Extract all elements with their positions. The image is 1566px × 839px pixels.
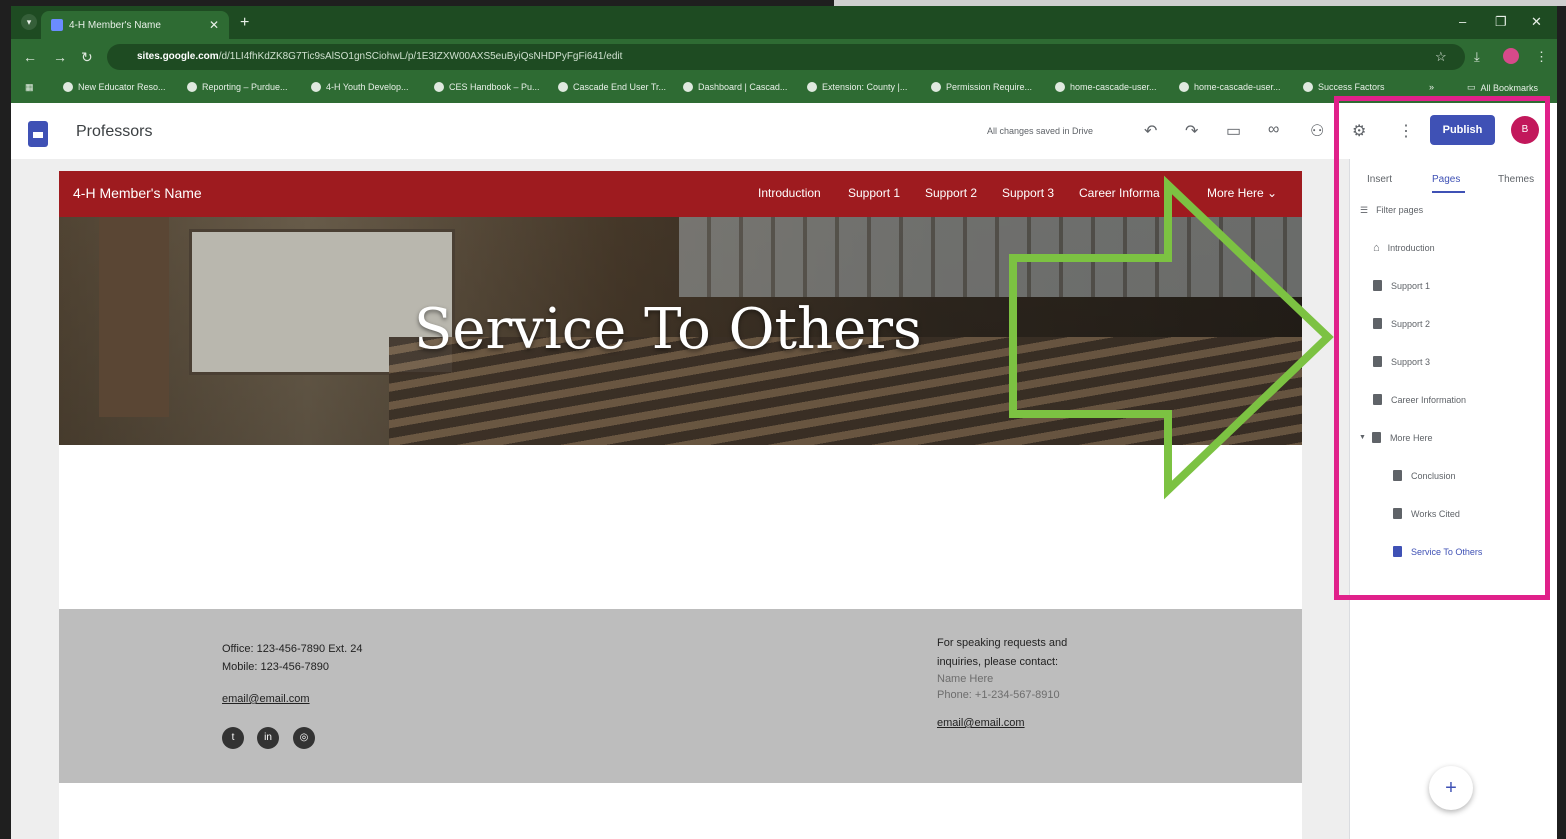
nav-career-information[interactable]: Career Informa	[1079, 186, 1160, 200]
editor-canvas: 4-H Member's Name Introduction Support 1…	[11, 159, 1349, 839]
bookmark-icon	[558, 82, 568, 92]
highlight-box	[1334, 96, 1550, 600]
undo-icon[interactable]: ↶	[1144, 121, 1157, 141]
bookmark-item[interactable]: Extension: County |...	[807, 82, 907, 92]
sites-logo-icon	[28, 121, 48, 147]
redo-icon[interactable]: ↷	[1185, 121, 1198, 141]
preview-devices-icon[interactable]: ▭	[1226, 121, 1241, 141]
site-header: 4-H Member's Name Introduction Support 1…	[59, 171, 1302, 217]
bookmark-icon	[434, 82, 444, 92]
url-host: sites.google.com	[137, 51, 219, 62]
bookmark-item[interactable]: Success Factors	[1303, 82, 1385, 92]
nav-support-2[interactable]: Support 2	[925, 186, 977, 200]
sites-favicon-icon	[51, 19, 63, 31]
bookmark-icon	[311, 82, 321, 92]
minimize-button[interactable]: –	[1459, 14, 1466, 29]
apps-icon[interactable]: ▦	[25, 82, 34, 93]
nav-support-1[interactable]: Support 1	[848, 186, 900, 200]
address-bar[interactable]: sites.google.com/d/1LI4fhKdZK8G7Tic9sAlS…	[107, 44, 1465, 70]
browser-menu-icon[interactable]: ⋮	[1535, 49, 1548, 65]
tab-close-icon[interactable]: ✕	[209, 18, 219, 32]
footer-contact-email-link[interactable]: email@email.com	[937, 717, 1025, 729]
bookmark-icon	[63, 82, 73, 92]
bookmark-star-icon[interactable]: ☆	[1435, 49, 1447, 65]
bookmark-item[interactable]: home-cascade-user...	[1055, 82, 1157, 92]
add-page-button[interactable]: +	[1429, 766, 1473, 810]
bookmark-icon	[683, 82, 693, 92]
footer-contact-name: Name Here	[937, 673, 994, 685]
folder-icon: ▭	[1467, 82, 1476, 92]
browser-window: ▾ 4-H Member's Name ✕ + – ❐ ✕ ← → ↻ site…	[11, 6, 1557, 839]
hero-title[interactable]: Service To Others	[414, 297, 922, 362]
bookmark-item[interactable]: CES Handbook – Pu...	[434, 82, 540, 92]
site-name[interactable]: Professors	[76, 123, 152, 141]
footer-contact-line1: For speaking requests and	[937, 637, 1068, 649]
linkedin-icon[interactable]: in	[257, 727, 279, 749]
reload-icon[interactable]: ↻	[81, 49, 93, 66]
web-icon[interactable]: ◎	[293, 727, 315, 749]
profile-icon[interactable]	[1503, 48, 1519, 64]
footer-contact-line2: inquiries, please contact:	[937, 656, 1059, 668]
bookmark-item[interactable]: home-cascade-user...	[1179, 82, 1281, 92]
new-tab-button[interactable]: +	[240, 14, 249, 32]
bookmark-icon	[1055, 82, 1065, 92]
footer-office: Office: 123-456-7890 Ext. 24	[222, 643, 363, 655]
bookmark-icon	[807, 82, 817, 92]
back-icon[interactable]: ←	[23, 49, 37, 65]
bookmark-icon	[1303, 82, 1313, 92]
bookmark-item[interactable]: Cascade End User Tr...	[558, 82, 666, 92]
url-path: /d/1LI4fhKdZK8G7Tic9sAlSO1gnSCiohwL/p/1E…	[218, 51, 623, 62]
site-footer[interactable]: Office: 123-456-7890 Ext. 24 Mobile: 123…	[59, 609, 1302, 783]
close-window-button[interactable]: ✕	[1531, 14, 1542, 30]
site-page[interactable]: 4-H Member's Name Introduction Support 1…	[59, 171, 1302, 839]
hero-banner[interactable]: Service To Others	[59, 217, 1302, 445]
bookmark-item[interactable]: 4-H Youth Develop...	[311, 82, 409, 92]
browser-tab[interactable]: 4-H Member's Name ✕	[41, 11, 229, 39]
share-icon[interactable]: ⚇	[1310, 121, 1324, 141]
all-bookmarks[interactable]: ▭ All Bookmarks	[1467, 82, 1538, 93]
tab-strip: ▾ 4-H Member's Name ✕ + – ❐ ✕	[11, 6, 1557, 39]
bookmark-item[interactable]: New Educator Reso...	[63, 82, 166, 92]
bookmark-item[interactable]: Dashboard | Cascad...	[683, 82, 787, 92]
bookmark-item[interactable]: Reporting – Purdue...	[187, 82, 288, 92]
save-status: All changes saved in Drive	[987, 126, 1094, 136]
bookmarks-overflow[interactable]: »	[1429, 82, 1434, 92]
nav-support-3[interactable]: Support 3	[1002, 186, 1054, 200]
download-icon[interactable]: ⤓	[1474, 49, 1480, 65]
tab-search-button[interactable]: ▾	[21, 14, 37, 30]
maximize-button[interactable]: ❐	[1495, 14, 1507, 30]
tab-title: 4-H Member's Name	[69, 19, 161, 31]
bookmark-icon	[187, 82, 197, 92]
address-row: ← → ↻ sites.google.com/d/1LI4fhKdZK8G7Ti…	[11, 39, 1557, 75]
nav-introduction[interactable]: Introduction	[758, 186, 821, 200]
bookmarks-bar: ▦ New Educator Reso... Reporting – Purdu…	[11, 75, 1557, 104]
bookmark-icon	[931, 82, 941, 92]
bookmark-item[interactable]: Permission Require...	[931, 82, 1032, 92]
bookmark-icon	[1179, 82, 1189, 92]
hero-image-windows	[679, 217, 1302, 297]
nav-more-here[interactable]: More Here ⌄	[1207, 186, 1277, 200]
footer-contact-phone: Phone: +1-234-567-8910	[937, 689, 1060, 701]
sites-toolbar: Professors All changes saved in Drive ↶ …	[11, 103, 1557, 160]
forward-icon[interactable]: →	[53, 49, 67, 65]
link-icon[interactable]: ∞	[1268, 121, 1279, 139]
twitter-icon[interactable]: t	[222, 727, 244, 749]
footer-mobile: Mobile: 123-456-7890	[222, 661, 330, 673]
hero-image-board	[99, 217, 169, 417]
site-title[interactable]: 4-H Member's Name	[73, 185, 202, 201]
footer-email-link[interactable]: email@email.com	[222, 693, 310, 705]
